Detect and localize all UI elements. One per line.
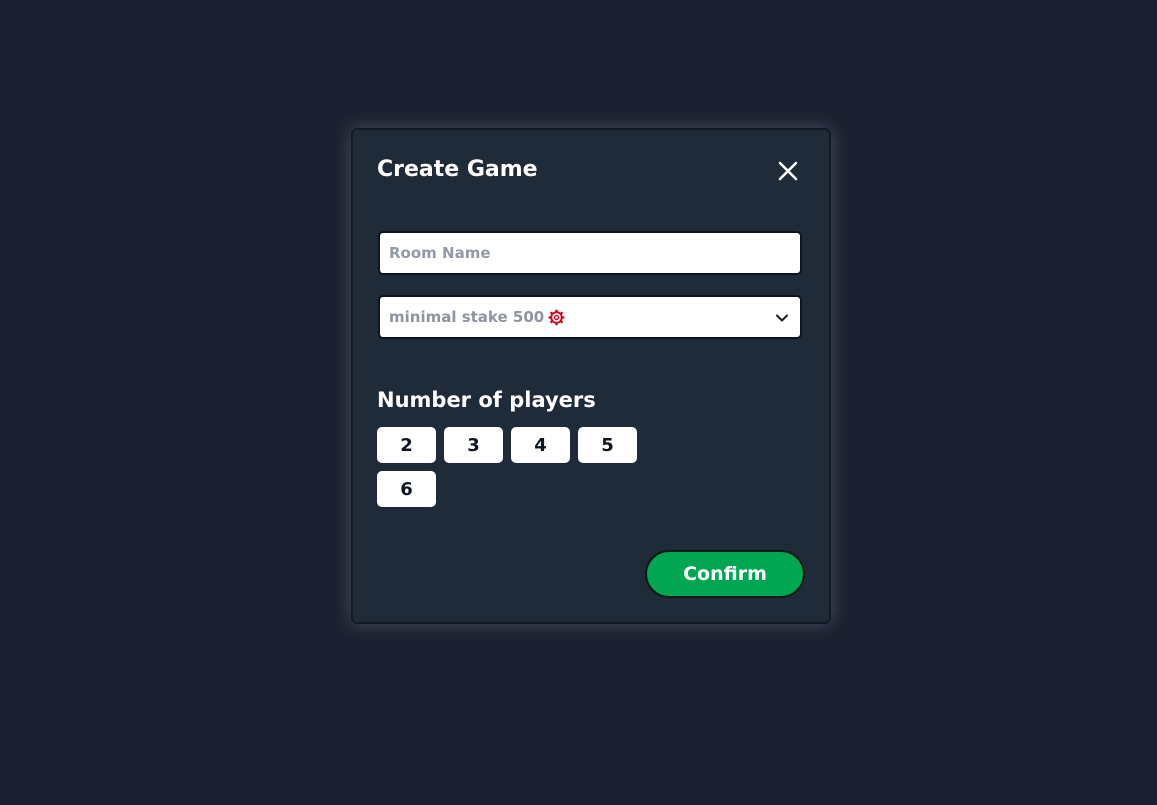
players-option-6[interactable]: 6: [377, 471, 436, 507]
players-option-3[interactable]: 3: [444, 427, 503, 463]
chevron-down-icon: [776, 314, 788, 322]
players-option-5[interactable]: 5: [578, 427, 637, 463]
close-button[interactable]: [777, 160, 799, 182]
player-count-options: 2 3 4 5 6: [377, 427, 657, 507]
minimal-stake-select[interactable]: minimal stake 500: [378, 295, 802, 339]
players-option-4[interactable]: 4: [511, 427, 570, 463]
players-option-2[interactable]: 2: [377, 427, 436, 463]
modal-title: Create Game: [377, 157, 538, 182]
create-game-modal: Create Game minimal stake 500 Number of …: [351, 128, 831, 624]
confirm-button[interactable]: Confirm: [645, 550, 805, 598]
stake-select-label: minimal stake 500: [389, 308, 545, 326]
poker-chip-icon: [548, 309, 565, 325]
room-name-input[interactable]: [378, 231, 802, 275]
close-icon: [778, 161, 798, 181]
number-of-players-label: Number of players: [377, 388, 596, 412]
